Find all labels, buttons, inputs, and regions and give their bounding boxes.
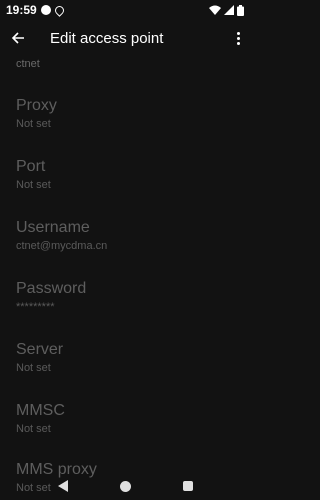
- back-button[interactable]: [0, 20, 36, 56]
- pref-title: Proxy: [16, 97, 57, 114]
- more-vert-icon-dot: [236, 36, 240, 40]
- apn-summary: ctnet: [16, 58, 40, 70]
- pref-title: Port: [16, 158, 46, 175]
- pref-summary: ctnet@mycdma.cn: [16, 240, 108, 252]
- info-icon: [40, 5, 51, 15]
- pref-title: Password: [16, 280, 87, 297]
- pref-username[interactable]: Username ctnet@mycdma.cn: [0, 218, 250, 278]
- pref-port[interactable]: Port Not set: [0, 157, 250, 217]
- more-vert-icon: [236, 31, 240, 35]
- status-time: 19:59: [6, 3, 37, 17]
- more-options-button[interactable]: [226, 20, 250, 56]
- nav-home-icon[interactable]: [119, 480, 131, 492]
- pref-mmsc[interactable]: MMSC Not set: [0, 401, 250, 461]
- more-vert-icon-dot: [236, 41, 240, 45]
- pref-server[interactable]: Server Not set: [0, 340, 250, 400]
- page-title: Edit access point: [50, 29, 164, 47]
- pref-summary: Not set: [16, 179, 51, 191]
- pref-password[interactable]: Password *********: [0, 279, 250, 339]
- nav-back-icon[interactable]: [57, 480, 68, 492]
- arrow-left-icon: [11, 32, 24, 44]
- pref-proxy[interactable]: Proxy Not set: [0, 96, 250, 156]
- pref-summary: *********: [16, 301, 55, 313]
- signal-icon: [224, 5, 234, 15]
- navigation-bar: [0, 472, 250, 500]
- pref-title: Username: [16, 219, 90, 236]
- pref-summary: Not set: [16, 362, 51, 374]
- location-icon: [52, 3, 66, 17]
- pref-title: MMSC: [16, 402, 65, 419]
- nav-recents-icon[interactable]: [182, 481, 193, 491]
- battery-icon: [237, 4, 244, 16]
- status-bar: 19:59: [0, 0, 250, 20]
- pref-summary: Not set: [16, 118, 51, 130]
- pref-summary: Not set: [16, 423, 51, 435]
- wifi-icon: [209, 5, 221, 15]
- pref-title: Server: [16, 341, 64, 358]
- app-bar: Edit access point: [0, 20, 250, 56]
